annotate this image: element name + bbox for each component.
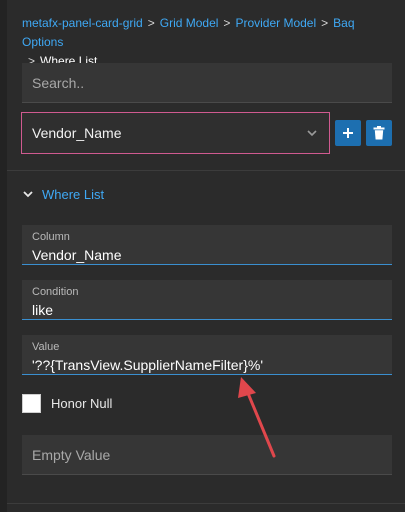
breadcrumb-item-grid-model[interactable]: Grid Model bbox=[160, 16, 219, 30]
selector-value: Vendor_Name bbox=[32, 125, 122, 141]
chevron-down-icon bbox=[23, 191, 33, 198]
breadcrumb-separator: > bbox=[223, 16, 231, 30]
value-label: Value bbox=[32, 341, 60, 353]
value-field[interactable]: Value '??{TransView.SupplierNameFilter}%… bbox=[22, 335, 392, 375]
search-field[interactable] bbox=[22, 63, 392, 103]
column-field[interactable]: Column Vendor_Name bbox=[22, 225, 392, 265]
breadcrumb-item-provider-model[interactable]: Provider Model bbox=[235, 16, 316, 30]
divider bbox=[7, 170, 405, 171]
condition-label: Condition bbox=[32, 286, 79, 298]
left-edge bbox=[0, 0, 7, 512]
section-title: Where List bbox=[42, 186, 105, 202]
breadcrumb-item-panel[interactable]: metafx-panel-card-grid bbox=[22, 16, 143, 30]
breadcrumb-separator: > bbox=[321, 16, 329, 30]
add-button[interactable] bbox=[335, 120, 361, 146]
condition-value[interactable]: like bbox=[32, 301, 382, 319]
divider bbox=[7, 503, 405, 504]
empty-value-input[interactable] bbox=[32, 446, 392, 463]
where-list-selector[interactable]: Vendor_Name bbox=[21, 112, 330, 154]
value-value[interactable]: '??{TransView.SupplierNameFilter}%' bbox=[32, 356, 382, 374]
honor-null-label: Honor Null bbox=[51, 395, 113, 411]
empty-value-field[interactable] bbox=[22, 435, 392, 475]
where-list-section-toggle[interactable]: Where List bbox=[22, 185, 104, 203]
delete-button[interactable] bbox=[366, 120, 392, 146]
honor-null-checkbox[interactable] bbox=[22, 393, 41, 413]
chevron-down-icon bbox=[307, 130, 317, 137]
plus-icon bbox=[343, 128, 353, 138]
trash-icon bbox=[373, 126, 385, 140]
search-input[interactable] bbox=[32, 74, 392, 91]
condition-field[interactable]: Condition like bbox=[22, 280, 392, 320]
breadcrumb-separator: > bbox=[147, 16, 155, 30]
column-value[interactable]: Vendor_Name bbox=[32, 246, 382, 264]
honor-null-row[interactable]: Honor Null bbox=[22, 393, 112, 413]
column-label: Column bbox=[32, 231, 70, 243]
